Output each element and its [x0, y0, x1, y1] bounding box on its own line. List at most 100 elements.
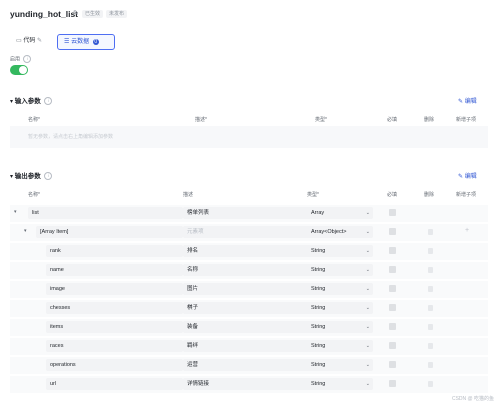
param-type-value: String — [311, 324, 326, 330]
col-desc: 描述 — [183, 192, 194, 198]
required-checkbox[interactable] — [389, 247, 396, 254]
input-edit-button[interactable]: ✎ 编辑 — [458, 96, 477, 105]
col-delete: 删除 — [424, 192, 435, 198]
output-edit-button[interactable]: ✎ 编辑 — [458, 171, 477, 180]
input-section-header[interactable]: ▾ 输入参数 i — [10, 95, 53, 106]
param-type-select[interactable]: Array ⌄ — [307, 207, 373, 219]
required-checkbox[interactable] — [389, 380, 396, 387]
tab-cloud-data[interactable]: ☰ 云数据 0 — [57, 34, 115, 50]
collapse-chevron-icon: ▾ — [10, 174, 14, 180]
required-checkbox[interactable] — [389, 342, 396, 349]
param-type-value: String — [311, 381, 326, 387]
param-desc-input[interactable]: 名称 — [183, 264, 309, 276]
param-desc-input[interactable]: 羁绊 — [183, 340, 309, 352]
tab-code[interactable]: ▭ 代码 ✎ — [10, 34, 48, 48]
col-desc: 描述* — [195, 117, 207, 123]
enable-label: 启用 i — [10, 55, 32, 63]
version-tag: 未发布 — [106, 10, 128, 18]
chevron-down-icon: ⌄ — [365, 210, 370, 216]
param-type-value: String — [311, 343, 326, 349]
cloud-count-badge: 0 — [92, 39, 99, 45]
param-type-value: String — [311, 305, 326, 311]
toggle-knob — [19, 66, 27, 74]
param-type-select[interactable]: String ⌄ — [307, 283, 373, 295]
required-checkbox[interactable] — [389, 361, 396, 368]
info-icon: i — [23, 55, 32, 63]
param-name-input[interactable]: chesses — [46, 302, 183, 314]
param-type-value: String — [311, 286, 326, 292]
param-desc-input[interactable]: 详情链接 — [183, 378, 309, 390]
input-edit-label: 编辑 — [464, 99, 477, 105]
add-child-icon[interactable]: + — [465, 227, 469, 234]
edit-title-icon[interactable]: ✎ — [73, 9, 79, 17]
param-desc-input[interactable]: 排名 — [183, 245, 309, 257]
delete-icon[interactable] — [428, 305, 433, 311]
delete-icon[interactable] — [428, 343, 433, 349]
required-checkbox[interactable] — [389, 285, 396, 292]
param-type-value: String — [311, 267, 326, 273]
param-desc-input[interactable]: 元素项 — [183, 226, 309, 238]
output-section-title: 输出参数 — [14, 173, 41, 180]
delete-icon[interactable] — [428, 267, 433, 273]
delete-icon[interactable] — [428, 324, 433, 330]
plugin-title: yunding_hot_list — [10, 9, 78, 19]
output-edit-label: 编辑 — [464, 174, 477, 180]
param-type-select[interactable]: String ⌄ — [307, 359, 373, 371]
chevron-down-icon: ⌄ — [365, 286, 370, 292]
col-type: 类型* — [315, 117, 327, 123]
delete-icon[interactable] — [428, 248, 433, 254]
col-required: 必填 — [387, 117, 398, 123]
edit-icon: ✎ — [458, 99, 464, 105]
param-desc-input[interactable]: 棋子 — [183, 302, 309, 314]
chevron-down-icon: ⌄ — [365, 229, 370, 235]
param-name-input[interactable]: races — [46, 340, 183, 352]
param-type-select[interactable]: String ⌄ — [307, 302, 373, 314]
param-desc-input[interactable]: 图片 — [183, 283, 309, 295]
expand-arrow-icon[interactable]: ▾ — [24, 228, 27, 234]
param-name-input[interactable]: rank — [46, 245, 183, 257]
code-icon: ▭ — [16, 38, 22, 44]
required-checkbox[interactable] — [389, 304, 396, 311]
col-name: 名称* — [28, 117, 40, 123]
param-type-select[interactable]: String ⌄ — [307, 245, 373, 257]
param-type-select[interactable]: String ⌄ — [307, 340, 373, 352]
param-type-select[interactable]: String ⌄ — [307, 264, 373, 276]
param-type-select[interactable]: String ⌄ — [307, 378, 373, 390]
param-name-input[interactable]: items — [46, 321, 183, 333]
param-type-value: Array<Object> — [311, 229, 347, 235]
delete-icon[interactable] — [428, 286, 433, 292]
param-type-select[interactable]: String ⌄ — [307, 321, 373, 333]
param-name-input[interactable]: list — [28, 207, 183, 219]
param-name-input[interactable]: image — [46, 283, 183, 295]
chevron-down-icon: ⌄ — [365, 343, 370, 349]
delete-icon[interactable] — [428, 229, 433, 235]
col-name: 名称* — [28, 192, 40, 198]
tab-cloud-label: 云数据 — [71, 39, 90, 45]
param-desc-input[interactable]: 装备 — [183, 321, 309, 333]
param-type-value: String — [311, 248, 326, 254]
code-edit-icon: ✎ — [37, 38, 43, 44]
param-desc-input[interactable]: 榜单列表 — [183, 207, 309, 219]
chevron-down-icon: ⌄ — [365, 248, 370, 254]
expand-arrow-icon[interactable]: ▾ — [14, 209, 17, 215]
delete-icon[interactable] — [428, 362, 433, 368]
required-checkbox[interactable] — [389, 323, 396, 330]
param-name-input[interactable]: [Array Item] — [36, 226, 183, 238]
delete-icon[interactable] — [428, 381, 433, 387]
cloud-data-icon: ☰ — [64, 39, 70, 45]
param-desc-input[interactable]: 运营 — [183, 359, 309, 371]
param-name-input[interactable]: name — [46, 264, 183, 276]
param-type-value: Array — [311, 210, 325, 216]
param-name-input[interactable]: operations — [46, 359, 183, 371]
enable-toggle[interactable] — [10, 65, 28, 75]
chevron-down-icon: ⌄ — [365, 305, 370, 311]
enable-label-text: 启用 — [10, 56, 21, 63]
required-checkbox[interactable] — [389, 209, 396, 216]
param-name-input[interactable]: url — [46, 378, 183, 390]
col-required: 必填 — [387, 192, 398, 198]
watermark: CSDN @ 吃猫的鱼 — [451, 396, 494, 402]
output-section-header[interactable]: ▾ 输出参数 i — [10, 170, 53, 181]
required-checkbox[interactable] — [389, 266, 396, 273]
required-checkbox[interactable] — [389, 228, 396, 235]
param-type-select[interactable]: Array<Object> ⌄ — [307, 226, 373, 238]
